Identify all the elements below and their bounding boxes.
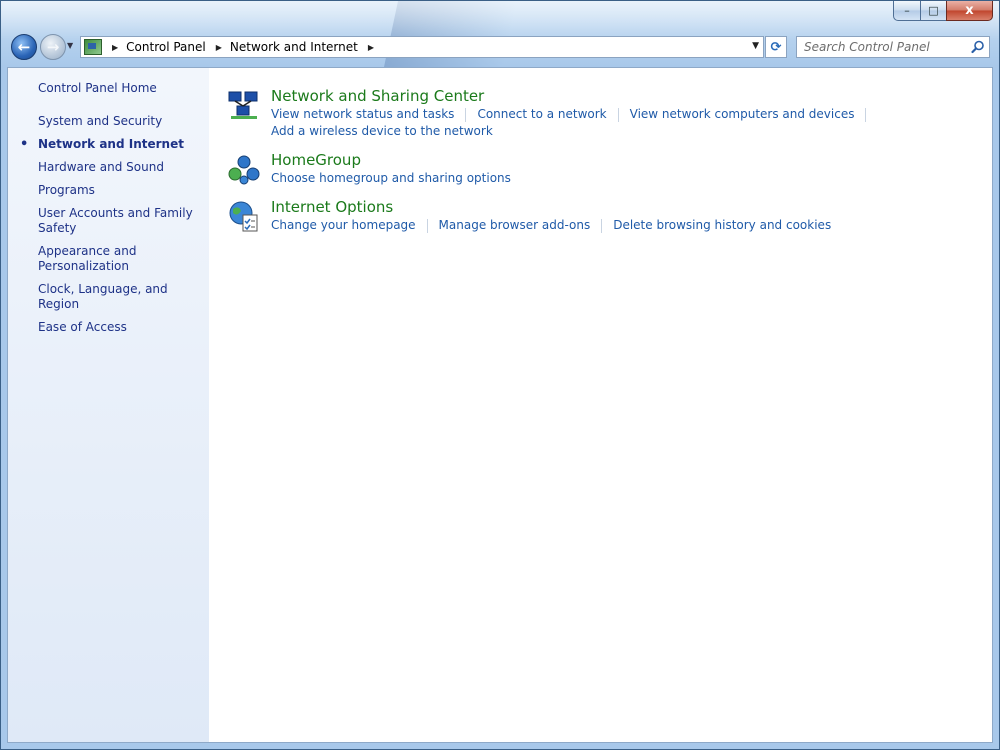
sidebar-item-appearance[interactable]: Appearance and Personalization: [38, 244, 203, 274]
link-add-wireless-device[interactable]: Add a wireless device to the network: [271, 123, 493, 140]
link-divider: [617, 108, 619, 122]
sidebar-item-ease-of-access[interactable]: Ease of Access: [38, 320, 203, 335]
link-view-network-status[interactable]: View network status and tasks: [271, 106, 454, 123]
sidebar-item-hardware-and-sound[interactable]: Hardware and Sound: [38, 160, 203, 175]
category-title-internet-options[interactable]: Internet Options: [271, 197, 985, 217]
internet-options-icon[interactable]: [227, 199, 261, 233]
control-panel-icon: [84, 39, 102, 55]
sidebar: Control Panel Home System and Security N…: [8, 68, 209, 742]
category-links: View network status and tasks Connect to…: [271, 106, 985, 140]
sidebar-item-programs[interactable]: Programs: [38, 183, 203, 198]
search-box[interactable]: [796, 36, 990, 58]
category-title-network-sharing-center[interactable]: Network and Sharing Center: [271, 86, 985, 106]
sidebar-category-list: System and Security Network and Internet…: [20, 114, 203, 343]
link-connect-to-network[interactable]: Connect to a network: [477, 106, 606, 123]
search-input[interactable]: [797, 37, 967, 57]
back-button[interactable]: ←: [11, 34, 37, 60]
link-divider: [601, 219, 603, 233]
category-links: Choose homegroup and sharing options: [271, 170, 985, 187]
breadcrumb-network-and-internet[interactable]: Network and Internet: [230, 40, 358, 54]
forward-button[interactable]: →: [40, 34, 66, 60]
link-view-network-computers[interactable]: View network computers and devices: [630, 106, 855, 123]
address-bar[interactable]: ▶ Control Panel ▶ Network and Internet ▶…: [80, 36, 764, 58]
sidebar-control-panel-home[interactable]: Control Panel Home: [38, 81, 157, 95]
main-panel: Network and Sharing Center View network …: [225, 86, 985, 244]
link-change-homepage[interactable]: Change your homepage: [271, 217, 416, 234]
refresh-button[interactable]: ⟳: [765, 36, 787, 58]
breadcrumb-arrow-icon[interactable]: ▶: [368, 43, 374, 52]
category-internet-options: Internet Options Change your homepage Ma…: [225, 197, 985, 234]
content-area: Control Panel Home System and Security N…: [7, 67, 993, 743]
category-links: Change your homepage Manage browser add-…: [271, 217, 985, 234]
control-panel-window: – □ x ← → ▼ ▶ Control Panel ▶ Network an…: [0, 0, 1000, 750]
sidebar-item-network-and-internet[interactable]: Network and Internet: [20, 137, 203, 152]
link-divider: [865, 108, 867, 122]
link-delete-browsing-history[interactable]: Delete browsing history and cookies: [613, 217, 831, 234]
network-sharing-icon[interactable]: [227, 88, 261, 122]
maximize-button[interactable]: □: [920, 1, 946, 21]
breadcrumb-control-panel[interactable]: Control Panel: [126, 40, 206, 54]
breadcrumb-arrow-icon[interactable]: ▶: [216, 43, 222, 52]
minimize-button[interactable]: –: [893, 1, 920, 21]
caption-buttons: – □ x: [893, 1, 993, 21]
category-network-sharing-center: Network and Sharing Center View network …: [225, 86, 985, 140]
sidebar-item-clock-language-region[interactable]: Clock, Language, and Region: [38, 282, 203, 312]
link-manage-addons[interactable]: Manage browser add-ons: [439, 217, 591, 234]
sidebar-item-user-accounts[interactable]: User Accounts and Family Safety: [38, 206, 203, 236]
recent-pages-chevron-icon[interactable]: ▼: [67, 41, 77, 53]
link-divider: [465, 108, 467, 122]
address-dropdown-icon[interactable]: ▼: [752, 41, 759, 51]
breadcrumb-arrow-icon[interactable]: ▶: [112, 43, 118, 52]
link-divider: [426, 219, 428, 233]
close-button[interactable]: x: [946, 1, 993, 21]
homegroup-icon[interactable]: [227, 152, 261, 186]
sidebar-item-system-and-security[interactable]: System and Security: [38, 114, 203, 129]
category-title-homegroup[interactable]: HomeGroup: [271, 150, 985, 170]
category-homegroup: HomeGroup Choose homegroup and sharing o…: [225, 150, 985, 187]
search-icon[interactable]: [971, 40, 985, 54]
link-homegroup-sharing-options[interactable]: Choose homegroup and sharing options: [271, 170, 511, 187]
